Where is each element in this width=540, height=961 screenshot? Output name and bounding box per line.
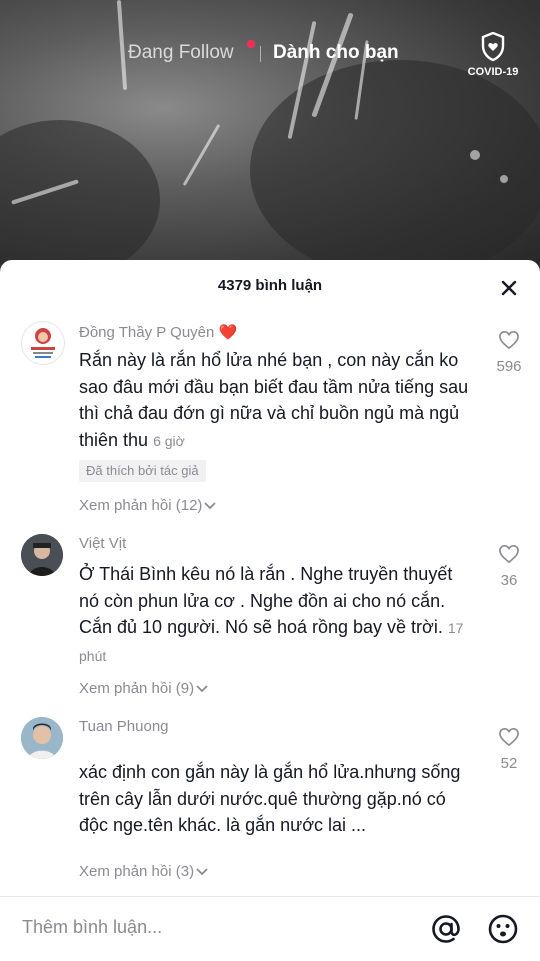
avatar[interactable] [21,717,63,759]
avatar[interactable] [21,534,63,576]
following-notification-dot [247,40,255,48]
like-count: 36 [500,572,518,589]
comment-text: Ở Thái Bình kêu nó là rắn . Nghe truyền … [79,561,469,669]
top-nav: Đang Follow Dành cho bạn [0,40,540,72]
tab-for-you[interactable]: Dành cho bạn [273,42,399,64]
smiley-icon [488,914,518,944]
like-button[interactable]: 52 [490,727,528,772]
comment-body: xác định con gắn này là gắn hổ lửa.nhưng… [79,762,461,835]
chevron-down-icon [196,868,208,876]
chevron-down-icon [196,685,208,693]
video-texture [500,175,508,183]
like-count: 596 [496,358,522,375]
view-replies-button[interactable]: Xem phản hồi (12) [79,497,217,514]
covid-label: COVID-19 [467,66,519,78]
like-count: 52 [500,755,518,772]
comments-sheet: 4379 bình luận Đồng Thầy P Quyên ❤️ Rắn … [0,260,540,960]
view-replies-button[interactable]: Xem phản hồi (9) [79,680,209,697]
comment-text: Rắn này là rắn hổ lửa nhé bạn , con này … [79,347,469,454]
video-texture [250,60,540,270]
emoji-button[interactable] [487,913,519,945]
comment-text: xác định con gắn này là gắn hổ lửa.nhưng… [79,759,469,839]
view-replies-button[interactable]: Xem phản hồi (3) [79,863,209,880]
liked-by-creator-badge: Đã thích bởi tác giả [79,460,206,482]
heart-icon [499,727,519,747]
comment-username[interactable]: Việt Vịt [79,535,126,552]
nav-divider [260,46,261,62]
comment-input[interactable] [22,917,402,938]
like-button[interactable]: 596 [490,330,528,375]
video-texture [182,123,221,187]
avatar-image [31,328,55,358]
view-replies-label: Xem phản hồi (3) [79,863,195,880]
tab-following[interactable]: Đang Follow [128,42,234,64]
like-button[interactable]: 36 [490,544,528,589]
video-texture [470,150,480,160]
comment-body: Ở Thái Bình kêu nó là rắn . Nghe truyền … [79,564,453,637]
comment-body: Rắn này là rắn hổ lửa nhé bạn , con này … [79,350,469,450]
comment-count-title: 4379 bình luận [217,277,323,294]
heart-icon [499,330,519,350]
close-button[interactable] [494,273,524,303]
avatar[interactable] [21,321,65,365]
comment-username[interactable]: Đồng Thầy P Quyên ❤️ [79,323,237,341]
avatar-image [21,534,63,576]
avatar-image [21,717,63,759]
view-replies-label: Xem phản hồi (12) [79,497,203,514]
comment-username[interactable]: Tuan Phuong [79,718,169,735]
shield-heart-icon [481,32,505,62]
covid-button[interactable]: COVID-19 [462,32,524,84]
video-texture [0,120,160,270]
at-sign-icon [432,915,460,943]
view-replies-label: Xem phản hồi (9) [79,680,195,697]
close-icon [501,280,517,296]
heart-icon [499,544,519,564]
comment-timestamp: 6 giờ [153,432,185,449]
mention-button[interactable] [430,913,462,945]
chevron-down-icon [204,502,217,510]
comment-input-bar [0,896,540,961]
